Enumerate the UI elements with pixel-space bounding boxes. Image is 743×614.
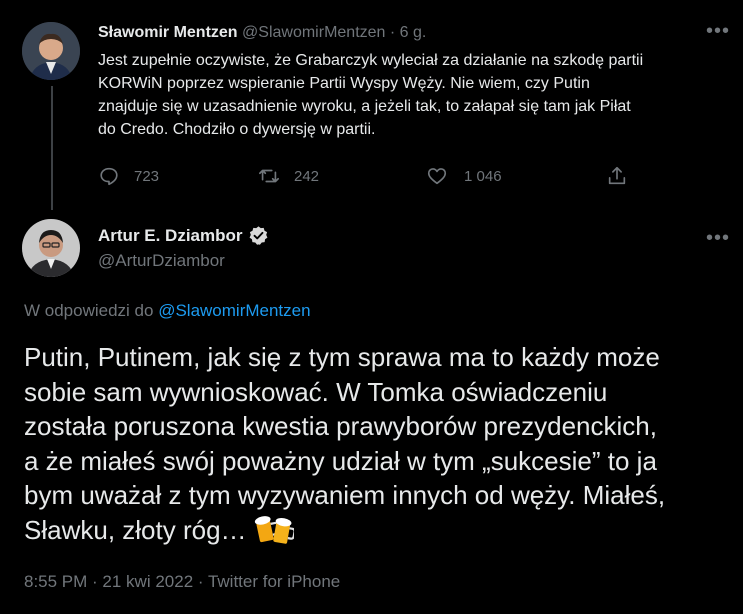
parent-time[interactable]: 6 g.	[400, 24, 427, 41]
avatar-mentzen-image	[22, 22, 80, 80]
retweet-icon	[259, 169, 279, 183]
share-icon	[608, 166, 626, 185]
reply-context: W odpowiedzi do @SlawomirMentzen	[24, 301, 311, 321]
share-button[interactable]	[606, 165, 628, 187]
main-tweet-name-row: Artur E. Dziambor	[98, 225, 269, 246]
retweet-count: 242	[294, 167, 320, 185]
parent-text-line: znajduje się w uzasadnienie wyroku, a je…	[98, 98, 631, 115]
tweet-timestamp[interactable]: 8:55 PM · 21 kwi 2022 · Twitter for iPho…	[24, 572, 340, 592]
beer-mugs-emoji-icon	[254, 515, 294, 544]
parent-more-icon[interactable]: •••	[706, 21, 730, 41]
verified-badge-icon	[249, 226, 267, 245]
reply-count: 723	[134, 167, 160, 185]
parent-display-name[interactable]: Sławomir Mentzen	[98, 24, 238, 41]
reply-to-prefix: W odpowiedzi do	[24, 301, 154, 320]
parent-handle[interactable]: @SlawomirMentzen	[242, 24, 385, 41]
like-button[interactable]: 1 046	[426, 165, 502, 187]
like-count: 1 046	[464, 167, 502, 185]
avatar-dziambor-image	[22, 219, 80, 277]
main-display-name[interactable]: Artur E. Dziambor	[98, 226, 243, 246]
avatar-mentzen[interactable]	[22, 22, 80, 80]
main-text-last-line: Sławku, złoty róg…	[24, 513, 736, 548]
thread-connector-line	[51, 86, 53, 210]
reply-to-handle-link[interactable]: @SlawomirMentzen	[158, 301, 310, 320]
main-text-line: sobie sam wywnioskować. W Tomka oświadcz…	[24, 376, 608, 407]
retweet-button[interactable]: 242	[258, 165, 319, 187]
parent-text-line: KORWiN poprzez wspieranie Partii Wyspy W…	[98, 75, 590, 92]
reply-button[interactable]: 723	[98, 165, 159, 187]
parent-tweet-text: Jest zupełnie oczywiste, że Grabarczyk w…	[98, 49, 728, 141]
parent-separator: ·	[389, 24, 396, 41]
avatar-dziambor[interactable]	[22, 219, 80, 277]
parent-text-line: do Credo. Chodziło o dywersję w partii.	[98, 121, 376, 138]
main-text-line: a że miałeś swój poważny udział w tym „s…	[24, 445, 657, 476]
main-handle[interactable]: @ArturDziambor	[98, 251, 225, 271]
main-text-line: bym uważał z tym wyzywaniem innych od wę…	[24, 480, 666, 510]
main-tweet-text: Putin, Putinem, jak się z tym sprawa ma …	[24, 340, 736, 547]
main-more-icon[interactable]: •••	[706, 228, 730, 248]
heart-icon	[427, 168, 447, 185]
parent-tweet-header: Sławomir Mentzen @SlawomirMentzen · 6 g.	[98, 24, 426, 42]
main-text-line: Sławku, złoty róg…	[24, 514, 254, 545]
reply-icon	[100, 167, 118, 186]
main-text-line: została poruszona kwestia prawyborów pre…	[24, 411, 657, 441]
main-text-line: Putin, Putinem, jak się z tym sprawa ma …	[24, 342, 660, 372]
parent-text-line: Jest zupełnie oczywiste, że Grabarczyk w…	[98, 52, 644, 69]
